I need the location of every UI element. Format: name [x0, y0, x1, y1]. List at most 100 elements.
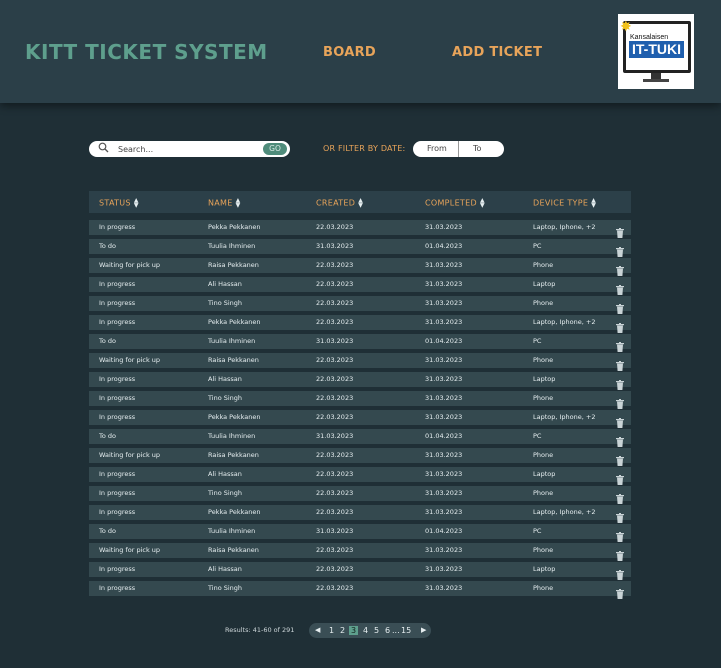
trash-icon[interactable] — [616, 280, 624, 295]
table-row[interactable]: Waiting for pick up Raisa Pekkanen 22.03.2… — [89, 353, 631, 371]
created-cell: 22.03.2023 — [316, 584, 354, 592]
created-cell: 22.03.2023 — [316, 451, 354, 459]
name-cell: Raisa Pekkanen — [208, 451, 259, 459]
table-row[interactable]: In progress Tino Singh 22.03.2023 31.03.202… — [89, 581, 631, 599]
trash-icon[interactable] — [616, 299, 624, 314]
device-type-cell: PC — [533, 337, 542, 345]
prev-page-button[interactable]: ◀ — [315, 626, 320, 635]
table-row[interactable]: In progress Pekka Pekkanen 22.03.2023 31.03… — [89, 505, 631, 523]
table-row[interactable]: In progress Tino Singh 22.03.2023 31.03.202… — [89, 486, 631, 504]
created-cell: 31.03.2023 — [316, 432, 354, 440]
trash-icon[interactable] — [616, 375, 624, 390]
trash-icon[interactable] — [616, 432, 624, 447]
device-type-cell: Laptop — [533, 280, 556, 288]
nav-board-link[interactable]: BOARD — [323, 45, 376, 60]
status-cell: To do — [99, 242, 117, 250]
trash-icon[interactable] — [616, 451, 624, 466]
search-go-button[interactable]: GO — [263, 143, 287, 155]
trash-icon[interactable] — [616, 413, 624, 428]
page-15-button[interactable]: 15 — [401, 626, 411, 635]
completed-cell: 31.03.2023 — [425, 413, 463, 421]
completed-cell: 01.04.2023 — [425, 242, 463, 250]
search-bar: GO — [89, 141, 290, 157]
search-input[interactable] — [118, 142, 258, 156]
trash-icon[interactable] — [616, 527, 624, 542]
trash-icon[interactable] — [616, 584, 624, 599]
status-cell: In progress — [99, 299, 136, 307]
trash-icon[interactable] — [616, 394, 624, 409]
page-1-button[interactable]: 1 — [329, 626, 334, 635]
device-type-cell: PC — [533, 432, 542, 440]
status-cell: Waiting for pick up — [99, 546, 161, 554]
column-header-name[interactable]: NAME ▲ ▼ — [208, 197, 242, 209]
page-3-button[interactable]: 3 — [349, 626, 359, 635]
status-cell: To do — [99, 337, 117, 345]
trash-icon[interactable] — [616, 242, 624, 257]
sort-icon: ▲ ▼ — [235, 197, 241, 209]
column-header-completed[interactable]: COMPLETED ▲ ▼ — [425, 198, 486, 209]
device-type-cell: Phone — [533, 394, 554, 402]
trash-icon[interactable] — [616, 489, 624, 504]
table-row[interactable]: In progress Pekka Pekkanen 22.03.2023 31.03… — [89, 220, 631, 238]
created-cell: 22.03.2023 — [316, 356, 354, 364]
device-type-cell: Laptop, Iphone, +2 — [533, 413, 596, 421]
page-6-button[interactable]: 6 — [385, 626, 390, 635]
trash-icon[interactable] — [616, 223, 624, 238]
page-5-button[interactable]: 5 — [374, 626, 379, 635]
table-row[interactable]: Waiting for pick up Raisa Pekkanen 22.03.2… — [89, 448, 631, 466]
trash-icon[interactable] — [616, 546, 624, 561]
date-from-field[interactable]: From — [427, 144, 447, 153]
table-row[interactable]: Waiting for pick up Raisa Pekkanen 22.03.2… — [89, 543, 631, 561]
column-header-status[interactable]: STATUS ▲ ▼ — [99, 198, 140, 209]
trash-icon[interactable] — [616, 565, 624, 580]
status-cell: Waiting for pick up — [99, 356, 161, 364]
page-4-button[interactable]: 4 — [363, 626, 368, 635]
device-type-cell: Phone — [533, 546, 554, 554]
table-row[interactable]: In progress Pekka Pekkanen 22.03.2023 31.03… — [89, 315, 631, 333]
page-2-button[interactable]: 2 — [340, 626, 345, 635]
trash-icon[interactable] — [616, 261, 624, 276]
table-row[interactable]: To do Tuulia Ihminen 31.03.2023 01.04.2023 P… — [89, 524, 631, 542]
completed-cell: 31.03.2023 — [425, 546, 463, 554]
created-cell: 31.03.2023 — [316, 242, 354, 250]
status-cell: In progress — [99, 375, 136, 383]
device-type-cell: Phone — [533, 261, 554, 269]
status-cell: In progress — [99, 508, 136, 516]
device-type-cell: Phone — [533, 299, 554, 307]
table-row[interactable]: In progress Pekka Pekkanen 22.03.2023 31.03… — [89, 410, 631, 428]
table-row[interactable]: To do Tuulia Ihminen 31.03.2023 01.04.2023 P… — [89, 334, 631, 352]
column-header-created[interactable]: CREATED ▲ ▼ — [316, 198, 364, 209]
column-header-device-type[interactable]: DEVICE TYPE ▲ ▼ — [533, 198, 597, 209]
device-type-cell: Laptop, Iphone, +2 — [533, 223, 596, 231]
nav-add-ticket-link[interactable]: ADD TICKET — [452, 45, 542, 60]
table-row[interactable]: In progress Ali Hassan 22.03.2023 31.03.202… — [89, 277, 631, 295]
trash-icon[interactable] — [616, 356, 624, 371]
device-type-cell: Laptop, Iphone, +2 — [533, 508, 596, 516]
completed-cell: 31.03.2023 — [425, 451, 463, 459]
table-row[interactable]: In progress Ali Hassan 22.03.2023 31.03.202… — [89, 372, 631, 390]
table-row[interactable]: To do Tuulia Ihminen 31.03.2023 01.04.2023 P… — [89, 239, 631, 257]
table-row[interactable]: To do Tuulia Ihminen 31.03.2023 01.04.2023 P… — [89, 429, 631, 447]
table-row[interactable]: In progress Ali Hassan 22.03.2023 31.03.202… — [89, 562, 631, 580]
name-cell: Tuulia Ihminen — [208, 527, 256, 535]
created-cell: 22.03.2023 — [316, 280, 354, 288]
trash-icon[interactable] — [616, 508, 624, 523]
device-type-cell: PC — [533, 527, 542, 535]
status-cell: In progress — [99, 584, 136, 592]
name-cell: Raisa Pekkanen — [208, 261, 259, 269]
table-row[interactable]: In progress Tino Singh 22.03.2023 31.03.202… — [89, 296, 631, 314]
created-cell: 22.03.2023 — [316, 394, 354, 402]
table-row[interactable]: In progress Ali Hassan 22.03.2023 31.03.202… — [89, 467, 631, 485]
trash-icon[interactable] — [616, 470, 624, 485]
date-to-field[interactable]: To — [473, 144, 481, 153]
status-cell: To do — [99, 432, 117, 440]
trash-icon[interactable] — [616, 318, 624, 333]
table-row[interactable]: Waiting for pick up Raisa Pekkanen 22.03.2… — [89, 258, 631, 276]
status-cell: In progress — [99, 318, 136, 326]
name-cell: Tuulia Ihminen — [208, 242, 256, 250]
next-page-button[interactable]: ▶ — [421, 626, 426, 635]
created-cell: 22.03.2023 — [316, 318, 354, 326]
trash-icon[interactable] — [616, 337, 624, 352]
table-row[interactable]: In progress Tino Singh 22.03.2023 31.03.202… — [89, 391, 631, 409]
status-cell: In progress — [99, 565, 136, 573]
